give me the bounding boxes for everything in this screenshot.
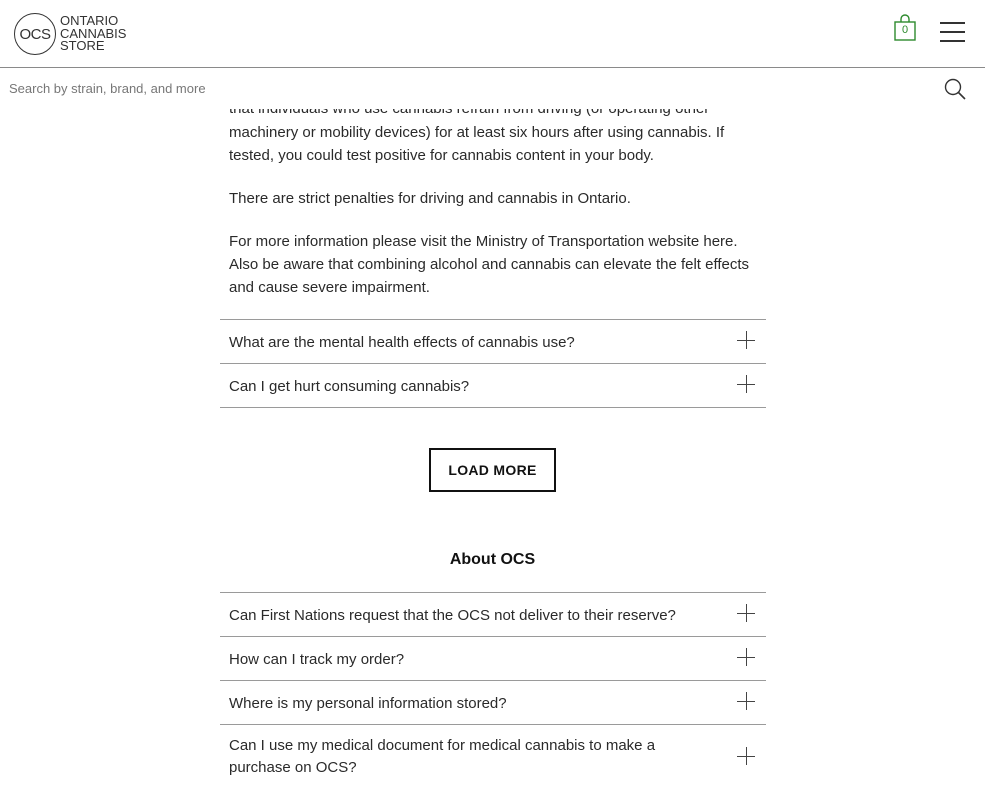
plus-icon[interactable] — [737, 692, 755, 710]
plus-icon[interactable] — [737, 747, 755, 765]
faq-item[interactable]: How can I track my order? — [220, 637, 766, 681]
faq-question: How can I track my order? — [229, 651, 405, 668]
hamburger-menu-icon[interactable] — [940, 22, 965, 42]
logo-wordmark: ONTARIO CANNABIS STORE — [60, 15, 126, 53]
faq-item[interactable]: Can I get hurt consuming cannabis? — [220, 364, 766, 408]
faq-question: Can I get hurt consuming cannabis? — [229, 378, 470, 395]
site-header: OCS ONTARIO CANNABIS STORE 0 — [0, 0, 985, 67]
faq-item[interactable]: What are the mental health effects of ca… — [220, 320, 766, 364]
search-input[interactable] — [9, 76, 909, 100]
plus-icon[interactable] — [737, 604, 755, 622]
plus-icon[interactable] — [737, 648, 755, 666]
article-paragraph-2: There are strict penalties for driving a… — [229, 190, 631, 207]
ocs-logo[interactable]: OCS ONTARIO CANNABIS STORE — [14, 12, 126, 56]
faq-question: What are the mental health effects of ca… — [229, 334, 575, 351]
faq-question: Where is my personal information stored? — [229, 695, 507, 712]
logo-mark: OCS — [14, 13, 56, 55]
plus-icon[interactable] — [737, 375, 755, 393]
logo-line-3: STORE — [60, 38, 105, 54]
section-title-about: About OCS — [449, 551, 536, 568]
faq-item[interactable]: Can First Nations request that the OCS n… — [220, 593, 766, 637]
load-more-button[interactable]: LOAD MORE — [429, 448, 556, 492]
cart-button[interactable]: 0 — [894, 14, 916, 42]
plus-icon[interactable] — [737, 331, 755, 349]
faq-list-about: Can First Nations request that the OCS n… — [220, 592, 766, 785]
faq-item[interactable]: Can I use my medical document for medica… — [220, 725, 766, 785]
article-paragraph-3: For more information please visit the Mi… — [229, 233, 750, 296]
faq-list-health: What are the mental health effects of ca… — [220, 319, 766, 408]
cart-count-badge: 0 — [901, 24, 909, 36]
menu-bar — [940, 40, 965, 42]
faq-question: Can I use my medical document for medica… — [229, 737, 656, 776]
search-bar — [0, 67, 985, 109]
faq-question: Can First Nations request that the OCS n… — [229, 607, 676, 624]
menu-bar — [940, 22, 965, 24]
article-paragraph-1: machinery or mobility devices) for at le… — [229, 124, 725, 164]
search-icon[interactable] — [944, 78, 966, 100]
main-content: that individuals who use cannabis refrai… — [0, 0, 985, 776]
faq-item[interactable]: Where is my personal information stored? — [220, 681, 766, 725]
menu-bar — [940, 31, 965, 33]
